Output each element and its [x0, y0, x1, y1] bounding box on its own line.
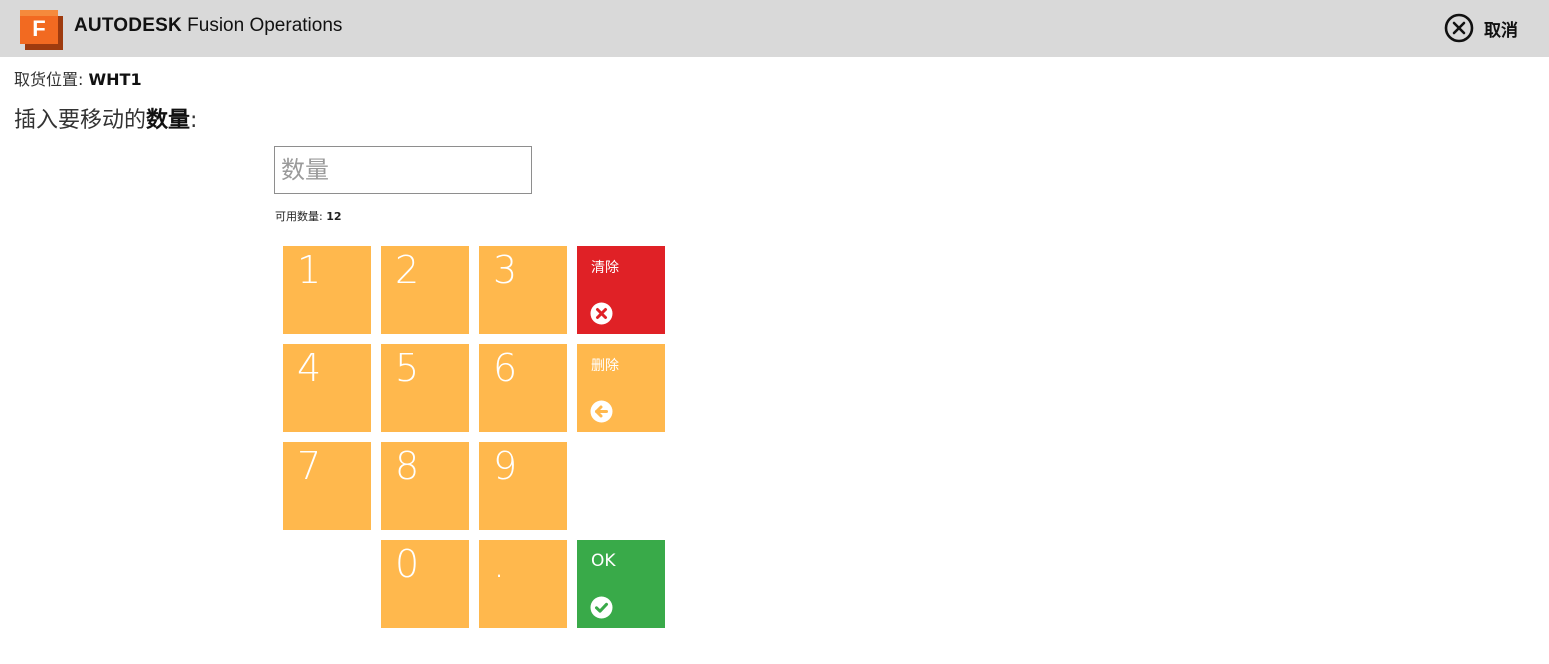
- clear-label: 清除: [591, 260, 619, 276]
- instruction-prefix: 插入要移动的: [14, 108, 147, 133]
- ok-button[interactable]: OK: [577, 540, 665, 628]
- key-5[interactable]: 5: [381, 344, 469, 432]
- available-label: 可用数量:: [275, 210, 327, 223]
- instruction-text: 插入要移动的数量:: [14, 102, 197, 134]
- available-value: 12: [326, 210, 342, 223]
- key-0-label: 0: [395, 542, 420, 586]
- location-label: 取货位置:: [14, 70, 89, 89]
- key-9[interactable]: 9: [479, 442, 567, 530]
- delete-label: 删除: [591, 358, 619, 374]
- location-value: WHT1: [88, 70, 142, 89]
- brand-name: AUTODESK: [74, 15, 182, 36]
- key-decimal-label: .: [493, 542, 506, 586]
- available-quantity: 可用数量: 12: [275, 208, 342, 224]
- key-6-label: 6: [493, 346, 518, 390]
- key-6[interactable]: 6: [479, 344, 567, 432]
- app-header: F AUTODESK Fusion Operations 取消: [0, 0, 1549, 57]
- key-3-label: 3: [493, 248, 518, 292]
- app-title: AUTODESK Fusion Operations: [74, 15, 342, 37]
- key-decimal[interactable]: .: [479, 540, 567, 628]
- key-3[interactable]: 3: [479, 246, 567, 334]
- key-4-label: 4: [297, 346, 322, 390]
- key-2-label: 2: [395, 248, 420, 292]
- check-circle-icon: [590, 596, 613, 619]
- key-9-label: 9: [493, 444, 518, 488]
- key-1-label: 1: [297, 248, 322, 292]
- key-7-label: 7: [297, 444, 322, 488]
- cancel-button[interactable]: 取消: [1444, 13, 1518, 43]
- clear-button[interactable]: 清除: [577, 246, 665, 334]
- key-2[interactable]: 2: [381, 246, 469, 334]
- ok-label: OK: [591, 551, 616, 571]
- key-8[interactable]: 8: [381, 442, 469, 530]
- key-5-label: 5: [395, 346, 420, 390]
- pickup-location: 取货位置: WHT1: [14, 66, 142, 90]
- key-1[interactable]: 1: [283, 246, 371, 334]
- product-name: Fusion Operations: [181, 15, 343, 36]
- instruction-bold: 数量: [146, 108, 191, 133]
- arrow-left-circle-icon: [590, 400, 613, 423]
- cancel-label: 取消: [1484, 20, 1518, 41]
- key-7[interactable]: 7: [283, 442, 371, 530]
- instruction-suffix: :: [190, 108, 198, 133]
- delete-button[interactable]: 删除: [577, 344, 665, 432]
- quantity-input[interactable]: [274, 146, 532, 194]
- key-8-label: 8: [395, 444, 420, 488]
- close-circle-icon: [590, 302, 613, 325]
- close-circle-icon: [1444, 13, 1474, 43]
- svg-text:F: F: [32, 16, 45, 41]
- key-0[interactable]: 0: [381, 540, 469, 628]
- fusion-logo-icon: F: [20, 10, 63, 50]
- key-4[interactable]: 4: [283, 344, 371, 432]
